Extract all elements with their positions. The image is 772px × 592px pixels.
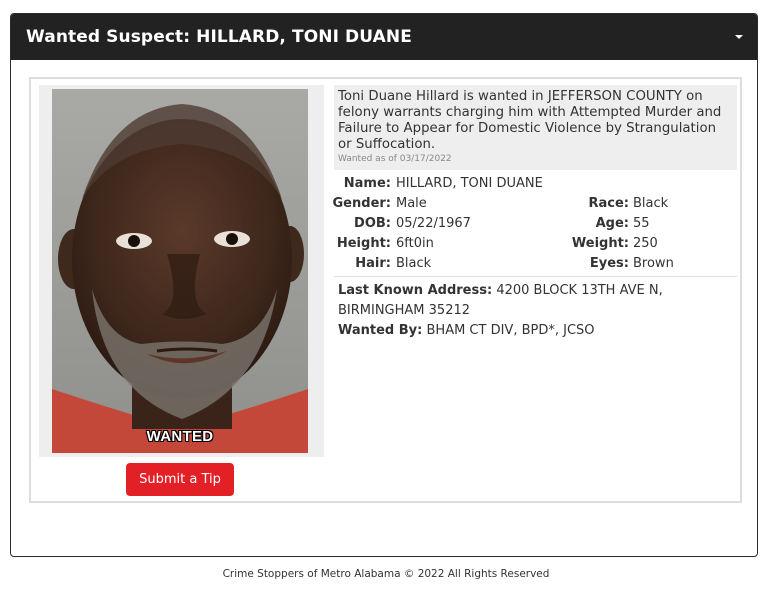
race-label: Race:	[588, 196, 629, 211]
panel-title: Wanted Suspect: HILLARD, TONI DUANE	[26, 27, 412, 47]
age-label: Age:	[595, 216, 629, 231]
gender-label: Gender:	[332, 196, 391, 211]
hair-value: Black	[396, 256, 432, 271]
height-label: Height:	[336, 236, 391, 251]
summary-text: Toni Duane Hillard is wanted in JEFFERSO…	[338, 89, 722, 152]
submit-tip-button[interactable]: Submit a Tip	[126, 463, 234, 496]
eyes-value: Brown	[633, 256, 674, 271]
suspect-panel: Wanted Suspect: HILLARD, TONI DUANE WANT…	[10, 13, 758, 557]
detail-hair-eyes: Hair: Black Eyes: Brown	[334, 254, 737, 274]
detail-height-weight: Height: 6ft0in Weight: 250	[334, 234, 737, 254]
wanted-as-of: Wanted as of 03/17/2022	[338, 154, 452, 164]
hair-label: Hair:	[355, 256, 391, 271]
footer: Crime Stoppers of Metro Alabama © 2022 A…	[222, 568, 550, 580]
dob-label: DOB:	[354, 216, 391, 231]
last-known-address: Last Known Address: 4200 BLOCK 13TH AVE …	[334, 281, 737, 321]
suspect-info: Toni Duane Hillard is wanted in JEFFERSO…	[332, 85, 737, 341]
gender-value: Male	[396, 196, 427, 211]
suspect-photo: WANTED	[52, 89, 308, 453]
summary-box: Toni Duane Hillard is wanted in JEFFERSO…	[334, 85, 737, 170]
dob-value: 05/22/1967	[396, 216, 471, 231]
race-value: Black	[633, 196, 669, 211]
weight-label: Weight:	[571, 236, 629, 251]
mugshot-image	[52, 89, 308, 453]
height-value: 6ft0in	[396, 236, 434, 251]
address-label: Last Known Address:	[338, 283, 493, 298]
detail-dob-age: DOB: 05/22/1967 Age: 55	[334, 214, 737, 234]
detail-gender-race: Gender: Male Race: Black	[332, 194, 737, 214]
wanted-stamp: WANTED	[146, 428, 214, 445]
name-value: HILLARD, TONI DUANE	[396, 176, 543, 191]
name-label: Name:	[343, 176, 391, 191]
panel-heading[interactable]: Wanted Suspect: HILLARD, TONI DUANE	[11, 14, 757, 60]
wanted-by-value: BHAM CT DIV, BPD*, JCSO	[426, 323, 595, 338]
suspect-card: WANTED Submit a Tip Toni Duane Hillard i…	[29, 77, 742, 503]
detail-name: Name: HILLARD, TONI DUANE	[334, 174, 737, 194]
wanted-by: Wanted By: BHAM CT DIV, BPD*, JCSO	[334, 321, 737, 341]
photo-frame: WANTED	[39, 85, 324, 457]
eyes-label: Eyes:	[589, 256, 629, 271]
weight-value: 250	[633, 236, 658, 251]
caret-down-icon[interactable]	[735, 35, 743, 39]
age-value: 55	[633, 216, 650, 231]
wanted-by-label: Wanted By:	[338, 323, 423, 338]
divider	[334, 276, 737, 277]
